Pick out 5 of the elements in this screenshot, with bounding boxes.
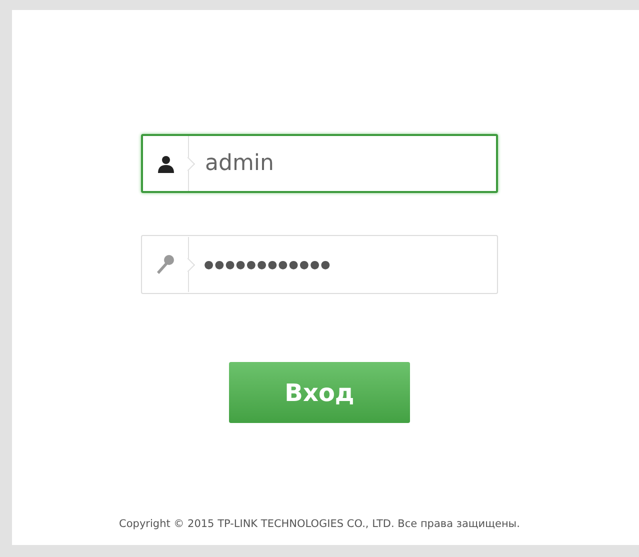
key-icon (156, 254, 176, 276)
user-icon (156, 154, 174, 172)
username-field[interactable]: admin (141, 134, 498, 193)
password-field[interactable]: ●●●●●●●●●●●● (141, 235, 498, 294)
copyright-text: Copyright © 2015 TP-LINK TECHNOLOGIES CO., LTD. Все права защищены. (119, 517, 520, 532)
